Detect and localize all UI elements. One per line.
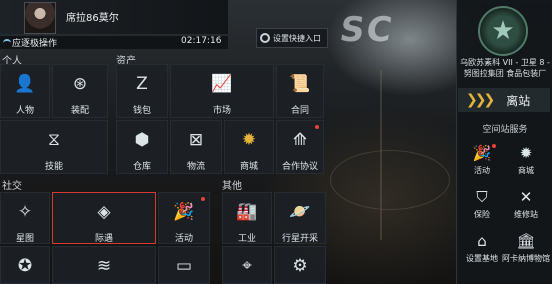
tile-wallet[interactable]: Z 钱包 (116, 64, 168, 118)
tile-market[interactable]: 📈 市场 (170, 64, 274, 118)
tile-label: 商城 (239, 162, 258, 172)
notification-dot (315, 125, 319, 129)
tile-social-extra[interactable]: ✪ (0, 246, 50, 284)
agreement-icon: ⟰ (292, 129, 308, 150)
tile-other-extra[interactable]: ⌖ (222, 246, 272, 284)
tile-label: 星图 (15, 234, 34, 244)
tile-warehouse[interactable]: ⬢ 仓库 (116, 120, 168, 174)
store-icon: ✹ (241, 129, 257, 150)
contract-icon: 📜 (289, 73, 311, 94)
event-icon: 🎉 (173, 201, 195, 222)
tile-industry[interactable]: 🏭 工业 (222, 192, 272, 244)
operation-label: 应逐极操作 (12, 39, 58, 49)
tile-character[interactable]: 👤 人物 (0, 64, 50, 118)
chat-icon: ▭ (175, 255, 193, 276)
hangar-structure (380, 70, 382, 240)
party-icon: 🎉 (472, 144, 492, 162)
fitting-icon: ⊛ (72, 73, 88, 94)
tile-fitting[interactable]: ⊛ 装配 (52, 64, 108, 118)
section-title-other: 其他 (222, 181, 242, 192)
base-icon: ⌂ (477, 232, 487, 250)
repair-icon: ✕ (519, 188, 533, 206)
chevrons-icon: ≋ (96, 255, 112, 276)
service-event[interactable]: 🎉 活动 (460, 144, 504, 182)
notification-dot (201, 197, 205, 201)
logistics-icon: ⊠ (188, 129, 204, 150)
tile-other-extra[interactable]: ⚙ (274, 246, 326, 284)
tile-label: 工业 (237, 234, 256, 244)
tile-social-extra[interactable]: ≋ (52, 246, 156, 284)
service-label: 阿卡纳博物馆 (502, 254, 550, 263)
museum-icon: 🏛 (516, 232, 536, 250)
badge-icon: ✪ (17, 255, 33, 276)
tile-label: 技能 (44, 162, 63, 172)
tile-event[interactable]: 🎉 活动 (158, 192, 210, 244)
settings-shortcut-button[interactable]: 设置快捷入口 (256, 28, 328, 48)
service-label: 商城 (518, 166, 534, 175)
tile-label: 行星开采 (281, 234, 318, 244)
status-bar: 应逐极操作 02:17:16 (0, 36, 228, 49)
settings-shortcut-label: 设置快捷入口 (273, 33, 321, 43)
tile-store[interactable]: ✹ 商城 (224, 120, 274, 174)
tile-label: 合作协议 (281, 162, 318, 172)
gear-icon: ⚙ (292, 255, 308, 276)
store-icon: ✹ (519, 144, 533, 162)
character-header: 席拉86莫尔 (0, 0, 228, 34)
encounter-icon: ◈ (97, 201, 111, 222)
tile-label: 人物 (15, 106, 34, 116)
service-repair[interactable]: ✕ 维修站 (504, 188, 548, 226)
wifi-icon (3, 39, 11, 47)
market-icon: 📈 (211, 73, 233, 94)
tile-label: 钱包 (132, 106, 151, 116)
tile-label: 装配 (70, 106, 89, 116)
notification-dot (492, 144, 496, 148)
planet-mining-icon: 🪐 (289, 201, 311, 222)
wallet-icon: Z (136, 73, 148, 94)
tile-social-extra[interactable]: ▭ (158, 246, 210, 284)
tile-planet-mining[interactable]: 🪐 行星开采 (274, 192, 326, 244)
service-label: 维修站 (514, 210, 538, 219)
tile-label: 仓库 (132, 162, 151, 172)
corporation-emblem-icon: ★ (478, 6, 528, 56)
station-services-title: 空间站服务 (482, 125, 528, 135)
tile-label: 市场 (212, 106, 231, 116)
tile-encounter[interactable]: ◈ 际遇 (52, 192, 156, 244)
person-icon: 👤 (14, 73, 36, 94)
service-insurance[interactable]: ⛉ 保险 (460, 188, 504, 226)
undock-button[interactable]: ❯❯❯ 离站 (458, 88, 550, 112)
clock: 02:17:16 (181, 36, 222, 46)
undock-label: 离站 (506, 93, 531, 108)
tile-starmap[interactable]: ✧ 星图 (0, 192, 50, 244)
chevrons-right-icon: ❯❯❯ (466, 92, 495, 108)
station-signage: SC (337, 10, 397, 50)
character-name: 席拉86莫尔 (66, 13, 119, 24)
tile-label: 物流 (186, 162, 205, 172)
warehouse-icon: ⬢ (134, 129, 150, 150)
tile-agreement[interactable]: ⟰ 合作协议 (276, 120, 324, 174)
service-museum[interactable]: 🏛 阿卡纳博物馆 (502, 232, 550, 270)
skill-icon: ⧖ (48, 129, 60, 150)
industry-icon: 🏭 (236, 201, 258, 222)
starmap-icon: ✧ (17, 201, 33, 222)
insurance-icon: ⛉ (476, 188, 488, 206)
tile-label: 合同 (290, 106, 309, 116)
service-set-base[interactable]: ⌂ 设置基地 (460, 232, 504, 270)
tile-contract[interactable]: 📜 合同 (276, 64, 324, 118)
tile-label: 活动 (174, 234, 193, 244)
avatar[interactable] (24, 2, 56, 34)
station-name: 乌欧苏素科 VII - 卫星 8 - 努图拉集团 食品包装厂 (460, 58, 550, 78)
hangar-structure (330, 150, 450, 210)
tile-skills[interactable]: ⧖ 技能 (0, 120, 108, 174)
target-icon: ⌖ (242, 255, 252, 276)
tile-logistics[interactable]: ⊠ 物流 (170, 120, 222, 174)
service-store[interactable]: ✹ 商城 (504, 144, 548, 182)
gear-icon (260, 33, 270, 43)
section-title-social: 社交 (2, 181, 22, 192)
tile-label: 际遇 (94, 234, 113, 244)
